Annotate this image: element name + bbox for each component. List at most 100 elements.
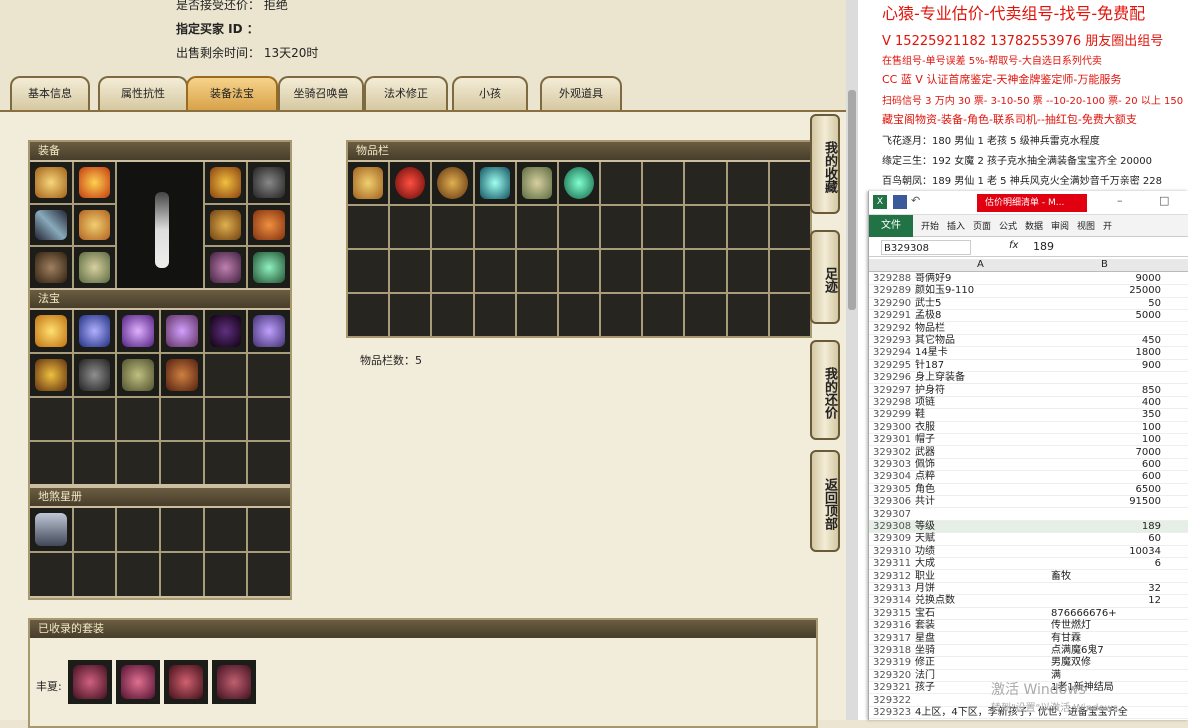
row-number[interactable]: 329308 — [873, 521, 911, 533]
row-number[interactable]: 329321 — [873, 682, 911, 694]
dishat-slot[interactable] — [117, 508, 159, 551]
fabao-slot[interactable] — [161, 310, 203, 352]
sheet-row[interactable]: 329309 天赋 60 — [869, 533, 1188, 546]
cell-a[interactable]: 点粹 — [915, 471, 935, 483]
fabao-slot[interactable] — [117, 310, 159, 352]
cell-a[interactable]: 角色 — [915, 484, 935, 496]
dishat-slot[interactable] — [204, 553, 247, 596]
sheet-row[interactable]: 329316 套装 传世燃灯 — [869, 620, 1188, 633]
cell-a[interactable]: 项链 — [915, 397, 935, 409]
row-number[interactable]: 329309 — [873, 533, 911, 545]
row-number[interactable]: 329312 — [873, 571, 911, 583]
item-slot[interactable] — [727, 250, 768, 292]
cell-b[interactable]: 100 — [1142, 422, 1161, 434]
item-slot[interactable] — [558, 294, 600, 336]
item-slot[interactable] — [432, 294, 473, 336]
fabao-slot[interactable] — [117, 442, 159, 484]
fabao-slot[interactable] — [73, 398, 116, 440]
item-slot[interactable] — [390, 250, 431, 292]
cell-b[interactable]: 189 — [1142, 521, 1161, 533]
cell-a[interactable]: 身上穿装备 — [915, 372, 965, 384]
cell-a[interactable]: 武器 — [915, 447, 935, 459]
sheet-row[interactable]: 329290 武士5 50 — [869, 298, 1188, 311]
minimize-icon[interactable]: – — [1117, 194, 1123, 207]
item-slot[interactable] — [685, 250, 726, 292]
cell-a[interactable]: 大成 — [915, 558, 935, 570]
my-counteroffer-button[interactable]: 我的还价 — [810, 340, 840, 440]
sheet-row[interactable]: 329305 角色 6500 — [869, 484, 1188, 497]
sheet-row[interactable]: 329299 鞋 350 — [869, 409, 1188, 422]
sheet-row[interactable]: 329301 帽子 100 — [869, 434, 1188, 447]
item-slot[interactable] — [474, 206, 515, 248]
cell-b[interactable]: 350 — [1142, 409, 1161, 421]
cell-a[interactable]: 兑换点数 — [915, 595, 955, 607]
row-number[interactable]: 329296 — [873, 372, 911, 384]
dishat-slot[interactable] — [204, 508, 247, 551]
cell-a[interactable]: 护身符 — [915, 385, 945, 397]
ribbon-tab[interactable]: 开始 — [921, 219, 939, 232]
cell-a[interactable]: 颜如玉9-110 — [915, 285, 974, 297]
equip-slot[interactable] — [204, 162, 247, 203]
item-slot[interactable] — [769, 250, 810, 292]
item-slot[interactable] — [769, 206, 810, 248]
sheet-row[interactable]: 329289 颜如玉9-110 25000 — [869, 285, 1188, 298]
tab-file[interactable]: 文件 — [869, 215, 913, 237]
cell-a[interactable]: 职业 — [915, 571, 935, 583]
sheet-row[interactable]: 329308 等级 189 — [869, 521, 1188, 534]
sheet-row[interactable]: 329300 衣服 100 — [869, 422, 1188, 435]
suit-item[interactable] — [212, 660, 256, 704]
item-slot[interactable] — [474, 162, 515, 204]
item-slot[interactable] — [601, 162, 642, 204]
cell-a[interactable]: 衣服 — [915, 422, 935, 434]
cell-a[interactable]: 孟极8 — [915, 310, 941, 322]
item-slot[interactable] — [432, 206, 473, 248]
equip-slot[interactable] — [30, 162, 72, 203]
back-to-top-button[interactable]: 返回顶部 — [810, 450, 840, 552]
cell-a[interactable]: 武士5 — [915, 298, 941, 310]
fabao-slot[interactable] — [73, 442, 116, 484]
equip-slot[interactable] — [204, 204, 247, 246]
cell-b[interactable]: 5000 — [1136, 310, 1161, 322]
cell-b[interactable]: 6500 — [1136, 484, 1161, 496]
row-number[interactable]: 329310 — [873, 546, 911, 558]
my-favorites-button[interactable]: 我的收藏 — [810, 114, 840, 214]
equip-slot[interactable] — [30, 204, 72, 246]
item-slot[interactable] — [685, 162, 726, 204]
row-number[interactable]: 329299 — [873, 409, 911, 421]
column-b-header[interactable]: B — [1101, 259, 1108, 270]
fabao-slot[interactable] — [248, 398, 290, 440]
column-a-header[interactable]: A — [977, 259, 984, 270]
row-number[interactable]: 329290 — [873, 298, 911, 310]
item-slot[interactable] — [558, 206, 600, 248]
fabao-slot[interactable] — [161, 398, 203, 440]
item-slot[interactable] — [769, 294, 810, 336]
cell-a[interactable]: 哥俩好9 — [915, 273, 951, 285]
cell-a[interactable]: 佩饰 — [915, 459, 935, 471]
item-slot[interactable] — [643, 294, 684, 336]
cell-b[interactable]: 400 — [1142, 397, 1161, 409]
sheet-row[interactable]: 329296 身上穿装备 — [869, 372, 1188, 385]
row-number[interactable]: 329313 — [873, 583, 911, 595]
cell-b[interactable]: 876666676+ — [1051, 608, 1117, 620]
sheet-row[interactable]: 329306 共计 91500 — [869, 496, 1188, 509]
row-number[interactable]: 329301 — [873, 434, 911, 446]
fabao-slot[interactable] — [30, 310, 72, 352]
fabao-slot[interactable] — [161, 354, 203, 396]
item-slot[interactable] — [516, 250, 557, 292]
dishat-slot[interactable] — [248, 508, 290, 551]
row-number[interactable]: 329293 — [873, 335, 911, 347]
dishat-slot[interactable] — [161, 508, 203, 551]
ribbon-tab[interactable]: 页面 — [973, 219, 991, 232]
row-number[interactable]: 329288 — [873, 273, 911, 285]
cell-b[interactable]: 男魔双修 — [1051, 657, 1091, 669]
sheet-row[interactable]: 329304 点粹 600 — [869, 471, 1188, 484]
equip-slot[interactable] — [73, 204, 116, 246]
cell-b[interactable]: 畜牧 — [1051, 571, 1071, 583]
item-slot[interactable] — [601, 206, 642, 248]
dishat-slot[interactable] — [161, 553, 203, 596]
cell-a[interactable]: 其它物品 — [915, 335, 955, 347]
row-number[interactable]: 329305 — [873, 484, 911, 496]
sheet-row[interactable]: 329314 兑换点数 12 — [869, 595, 1188, 608]
item-slot[interactable] — [558, 162, 600, 204]
item-slot[interactable] — [348, 162, 389, 204]
